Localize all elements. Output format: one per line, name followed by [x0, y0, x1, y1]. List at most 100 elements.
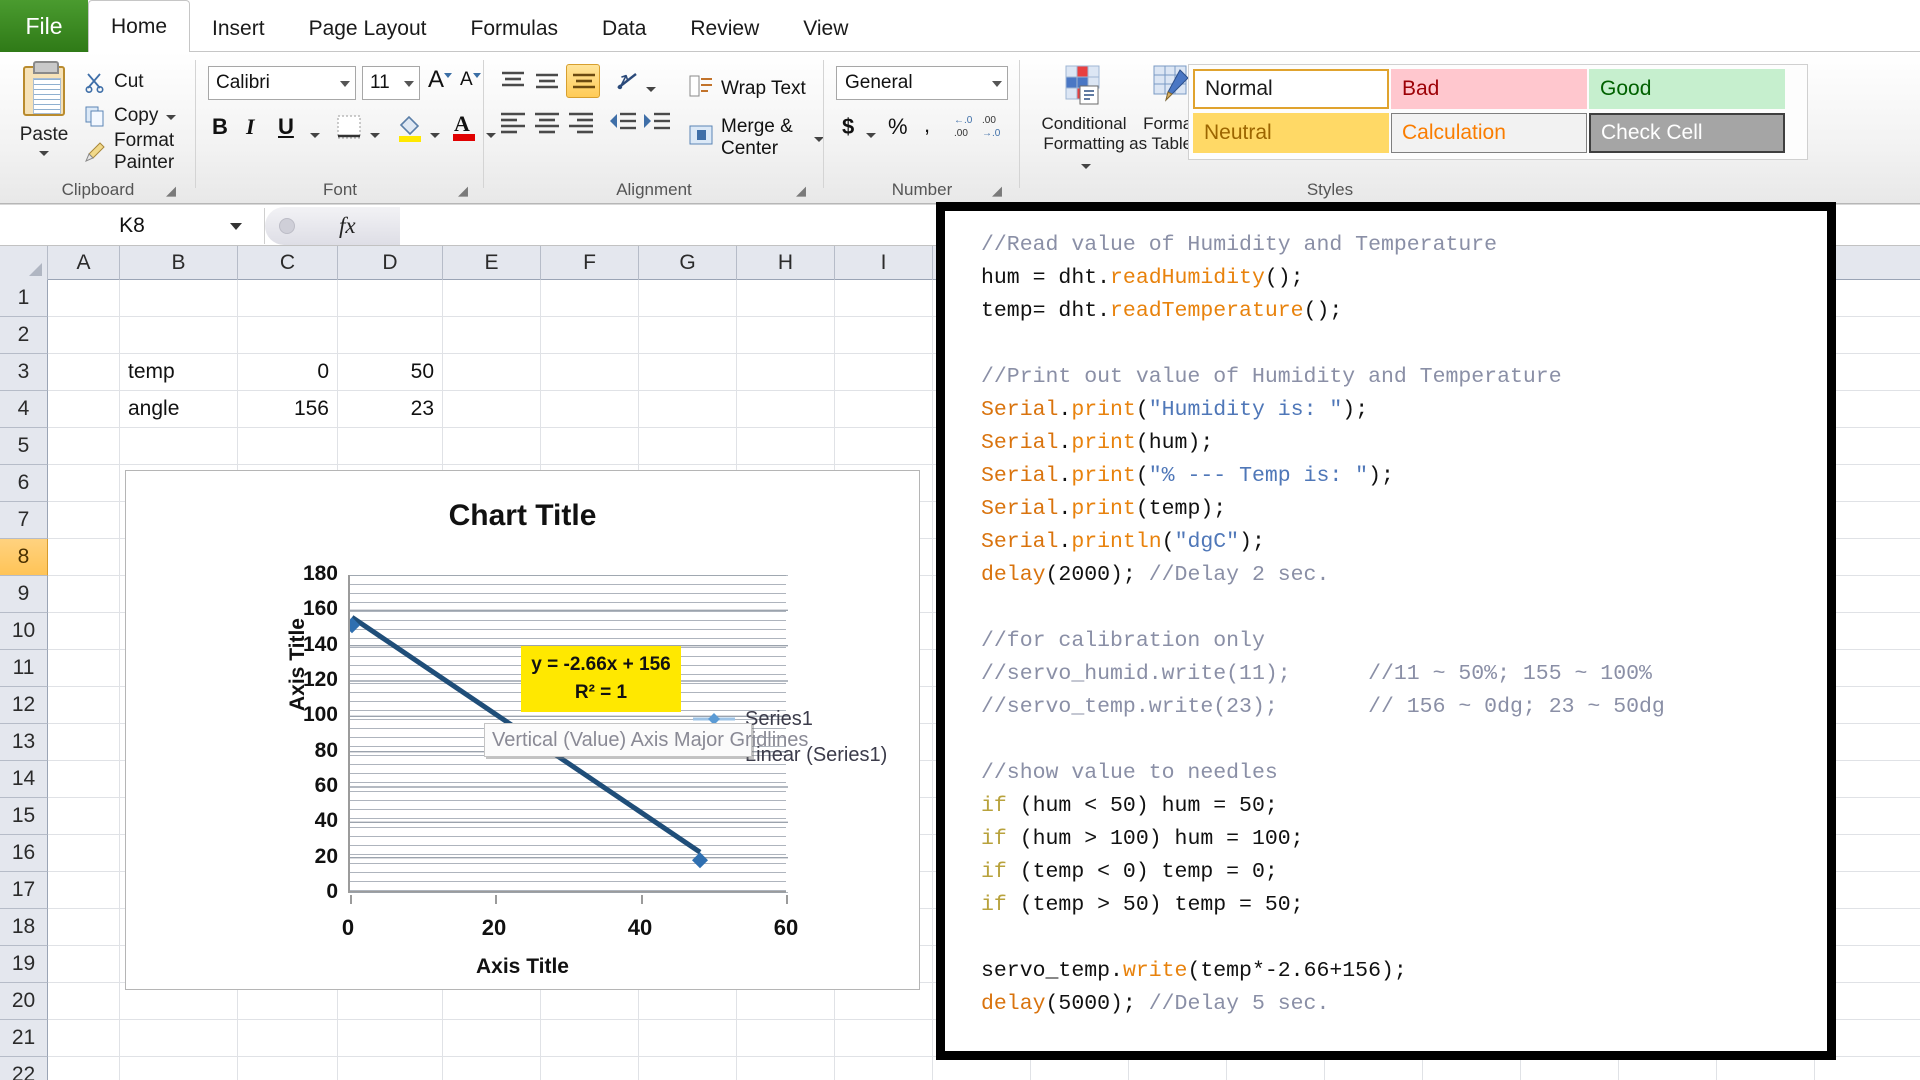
number-format-select[interactable]: General [836, 66, 1008, 100]
font-dialog-launcher[interactable]: ◢ [458, 184, 472, 198]
shrink-font-icon[interactable]: A [460, 69, 481, 91]
cell-G3[interactable] [639, 354, 737, 390]
cell-F5[interactable] [541, 428, 639, 464]
tab-data[interactable]: Data [580, 6, 668, 52]
cell-A14[interactable] [48, 761, 120, 797]
cell-A13[interactable] [48, 724, 120, 760]
cell-H1[interactable] [737, 280, 835, 316]
cell-C22[interactable] [238, 1057, 338, 1080]
cell-I4[interactable] [835, 391, 933, 427]
cell-C5[interactable] [238, 428, 338, 464]
cell-F1[interactable] [541, 280, 639, 316]
cell-A1[interactable] [48, 280, 120, 316]
cell-G22[interactable] [639, 1057, 737, 1080]
cell-B5[interactable] [120, 428, 238, 464]
cell-F2[interactable] [541, 317, 639, 353]
row-header-10[interactable]: 10 [0, 613, 48, 650]
cell-B22[interactable] [120, 1057, 238, 1080]
cell-H22[interactable] [737, 1057, 835, 1080]
underline-button[interactable]: U [278, 114, 294, 140]
cell-I2[interactable] [835, 317, 933, 353]
cell-B1[interactable] [120, 280, 238, 316]
cell-J22[interactable] [933, 1057, 1031, 1080]
chevron-down-icon[interactable] [310, 133, 320, 138]
chevron-down-icon[interactable] [166, 115, 177, 120]
row-header-21[interactable]: 21 [0, 1020, 48, 1057]
chevron-down-icon[interactable] [39, 151, 49, 156]
excel-chart[interactable]: Chart Title 0 20 40 60 80 100 120 140 160 180 Axi… [125, 470, 920, 990]
cell-E21[interactable] [443, 1020, 541, 1056]
trendline-equation-label[interactable]: y = -2.66x + 156 R² = 1 [521, 646, 681, 712]
tab-file[interactable]: File [0, 0, 88, 52]
fx-icon[interactable]: fx [339, 213, 356, 239]
row-header-17[interactable]: 17 [0, 872, 48, 909]
row-header-16[interactable]: 16 [0, 835, 48, 872]
cell-G21[interactable] [639, 1020, 737, 1056]
conditional-formatting-button[interactable]: Conditional Formatting [1038, 64, 1130, 174]
cell-A4[interactable] [48, 391, 120, 427]
cut-button[interactable]: Cut [84, 66, 144, 98]
merge-center-button[interactable]: Merge & Center [688, 116, 824, 160]
cell-style-good[interactable]: Good [1589, 69, 1785, 109]
orientation-button[interactable]: ↗ [612, 68, 644, 99]
column-header-I[interactable]: I [835, 246, 933, 280]
cell-N22[interactable] [1325, 1057, 1423, 1080]
tab-home[interactable]: Home [88, 0, 191, 52]
cell-A6[interactable] [48, 465, 120, 501]
grow-font-icon[interactable]: A [428, 66, 453, 94]
cell-D4[interactable]: 23 [338, 391, 443, 427]
row-header-7[interactable]: 7 [0, 502, 48, 539]
cell-E22[interactable] [443, 1057, 541, 1080]
cell-E2[interactable] [443, 317, 541, 353]
align-bottom-button[interactable] [566, 64, 600, 98]
currency-button[interactable]: $ [842, 114, 854, 140]
align-middle-button[interactable] [532, 68, 562, 99]
cell-G1[interactable] [639, 280, 737, 316]
row-header-22[interactable]: 22 [0, 1057, 48, 1080]
cell-style-neutral[interactable]: Neutral [1193, 113, 1389, 153]
cell-A9[interactable] [48, 576, 120, 612]
cell-G5[interactable] [639, 428, 737, 464]
row-header-3[interactable]: 3 [0, 354, 48, 391]
clipboard-dialog-launcher[interactable]: ◢ [166, 184, 180, 198]
cell-A3[interactable] [48, 354, 120, 390]
row-header-2[interactable]: 2 [0, 317, 48, 354]
cell-D1[interactable] [338, 280, 443, 316]
tab-insert[interactable]: Insert [190, 6, 287, 52]
italic-button[interactable]: I [246, 114, 255, 140]
column-header-B[interactable]: B [120, 246, 238, 280]
decrease-decimal-button[interactable]: .00 →.0 [980, 112, 1004, 145]
row-header-4[interactable]: 4 [0, 391, 48, 428]
chevron-down-icon[interactable] [430, 133, 440, 138]
cell-A22[interactable] [48, 1057, 120, 1080]
cell-A16[interactable] [48, 835, 120, 871]
alignment-dialog-launcher[interactable]: ◢ [796, 184, 810, 198]
x-axis-title[interactable]: Axis Title [126, 955, 919, 979]
row-header-11[interactable]: 11 [0, 650, 48, 687]
chevron-down-icon[interactable] [340, 81, 350, 87]
increase-decimal-button[interactable]: ←.0.00 [952, 112, 976, 145]
chevron-down-icon[interactable] [370, 133, 380, 138]
column-header-D[interactable]: D [338, 246, 443, 280]
cell-K22[interactable] [1031, 1057, 1129, 1080]
select-all-corner[interactable] [0, 246, 48, 280]
cell-I1[interactable] [835, 280, 933, 316]
cell-style-normal[interactable]: Normal [1193, 69, 1389, 109]
cell-E5[interactable] [443, 428, 541, 464]
cell-C3[interactable]: 0 [238, 354, 338, 390]
cell-F21[interactable] [541, 1020, 639, 1056]
align-right-button[interactable] [566, 110, 596, 141]
copy-button[interactable]: Copy [84, 100, 177, 132]
tab-formulas[interactable]: Formulas [449, 6, 581, 52]
row-header-14[interactable]: 14 [0, 761, 48, 798]
cell-R22[interactable] [1717, 1057, 1815, 1080]
cell-E3[interactable] [443, 354, 541, 390]
cell-H3[interactable] [737, 354, 835, 390]
cell-A18[interactable] [48, 909, 120, 945]
align-left-button[interactable] [498, 110, 528, 141]
row-header-18[interactable]: 18 [0, 909, 48, 946]
format-painter-button[interactable]: Format Painter [84, 130, 196, 173]
tab-page-layout[interactable]: Page Layout [287, 6, 449, 52]
row-header-15[interactable]: 15 [0, 798, 48, 835]
font-color-button[interactable]: A [450, 110, 478, 147]
